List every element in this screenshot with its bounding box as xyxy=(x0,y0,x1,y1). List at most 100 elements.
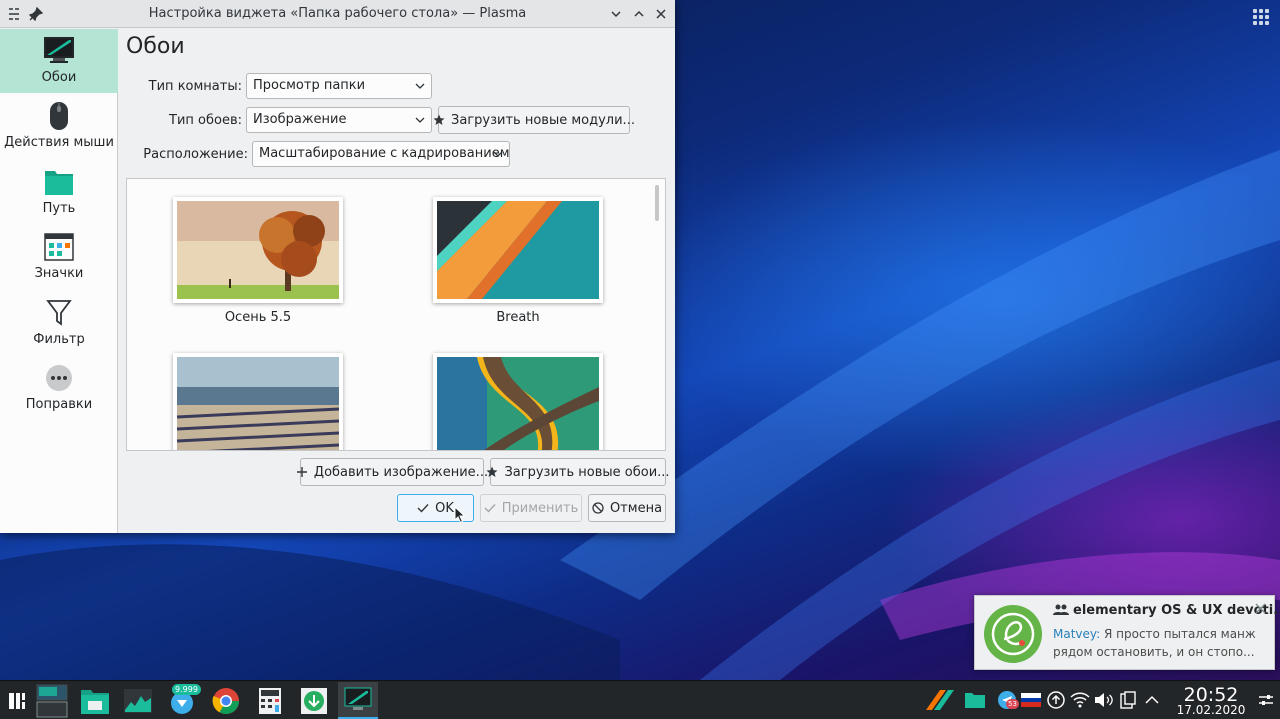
layout-combo[interactable]: Просмотр папки xyxy=(246,73,432,99)
add-image-label: Добавить изображение... xyxy=(313,464,489,480)
layout-label: Тип комнаты: xyxy=(148,79,242,94)
notification-title: elementary OS & UX devoti... xyxy=(1073,603,1280,618)
sidebar-item-wallpaper[interactable]: Обои xyxy=(0,29,118,93)
folder-icon xyxy=(43,166,75,198)
task-plasma-settings[interactable] xyxy=(338,682,378,719)
wifi-icon xyxy=(1070,692,1090,708)
wallpaper-tile-autumn[interactable] xyxy=(173,197,343,303)
filter-icon xyxy=(43,297,75,329)
cancel-label: Отмена xyxy=(609,500,663,516)
task-calculator[interactable] xyxy=(250,682,290,719)
monitor-wallpaper-icon xyxy=(43,35,75,67)
calculator-icon xyxy=(259,687,281,714)
clipboard-icon xyxy=(1120,691,1136,709)
checkmark-icon xyxy=(417,502,429,514)
notification-message-line2: рядом остановить, и он стопо... xyxy=(1053,645,1255,659)
sidebar-item-location[interactable]: Путь xyxy=(0,160,118,224)
checkmark-icon xyxy=(484,502,496,514)
window-title: Настройка виджета «Папка рабочего стола»… xyxy=(148,6,527,21)
dolphin-icon xyxy=(81,689,109,714)
apply-button[interactable]: Применить xyxy=(480,494,582,522)
positioning-combo[interactable]: Масштабирование с кадрированием xyxy=(252,141,510,167)
notification-body: Matvey: Я просто пытался манж рядом оста… xyxy=(1053,625,1268,661)
positioning-label: Расположение: xyxy=(143,147,248,162)
close-icon[interactable] xyxy=(1255,602,1266,618)
taskbar-panel: 9.999 53 xyxy=(0,680,1280,719)
task-desktop-pager[interactable] xyxy=(34,682,70,719)
cancel-icon xyxy=(592,502,604,514)
desktop-toolbox-icon[interactable] xyxy=(1250,6,1270,26)
clock-date[interactable]: 17.02.2020 xyxy=(1166,703,1256,717)
sidebar-label-wallpaper: Обои xyxy=(41,70,77,85)
window-titlebar[interactable]: Настройка виджета «Папка рабочего стола»… xyxy=(0,0,675,28)
task-file-manager[interactable] xyxy=(75,682,115,719)
mouse-icon xyxy=(43,100,75,132)
sidebar-item-icons[interactable]: Значки xyxy=(0,225,118,289)
kde-connect-tray[interactable] xyxy=(926,690,956,710)
notification-sender: Matvey: xyxy=(1053,627,1101,641)
telegram-tray[interactable]: 53 xyxy=(996,690,1019,710)
add-image-button[interactable]: Добавить изображение... xyxy=(296,458,488,486)
notification-popup[interactable]: elementary OS & UX devoti... Matvey: Я п… xyxy=(974,595,1280,670)
wallpaper-tile-road[interactable] xyxy=(433,353,603,450)
wallpaper-tile-pier[interactable] xyxy=(173,353,343,450)
keyboard-layout-tray[interactable] xyxy=(1020,690,1042,710)
chevron-down-icon xyxy=(415,108,425,132)
sidebar-label-mouse-actions: Действия мыши xyxy=(4,135,114,150)
chevron-down-icon xyxy=(415,74,425,98)
wallpaper-type-combo[interactable]: Изображение xyxy=(246,107,432,133)
wallpaper-type-value: Изображение xyxy=(253,112,347,127)
task-system-monitor[interactable] xyxy=(118,682,158,719)
sidebar-item-filter[interactable]: Фильтр xyxy=(0,291,118,355)
application-launcher[interactable] xyxy=(0,682,34,719)
task-updates[interactable]: 9.999 xyxy=(162,682,202,719)
task-chrome[interactable] xyxy=(206,682,246,719)
wallpaper-switcher-icon xyxy=(926,690,954,710)
sidebar-item-mouse-actions[interactable]: Действия мыши xyxy=(0,94,118,158)
panel-settings-button[interactable] xyxy=(1256,690,1276,710)
cancel-button[interactable]: Отмена xyxy=(588,494,666,522)
positioning-value: Масштабирование с кадрированием xyxy=(259,146,510,161)
wallpaper-thumbnail xyxy=(437,201,599,299)
chevron-up-icon xyxy=(1145,695,1159,704)
panel-settings-icon xyxy=(1259,695,1273,705)
elementary-avatar xyxy=(984,605,1042,663)
wallpaper-thumbnail xyxy=(177,357,339,450)
sidebar-label-location: Путь xyxy=(42,201,76,216)
volume-tray[interactable] xyxy=(1094,690,1114,710)
wallpaper-type-label: Тип обоев: xyxy=(169,113,242,128)
volume-icon xyxy=(1095,693,1113,707)
minimize-button[interactable] xyxy=(606,4,626,24)
sidebar-label-tweaks: Поправки xyxy=(25,397,93,412)
wallpaper-name-breath: Breath xyxy=(496,310,540,325)
wallpaper-name-autumn: Осень 5.5 xyxy=(224,310,292,325)
get-new-wallpapers-label: Загрузить новые обои... xyxy=(504,464,670,480)
sidebar-label-icons: Значки xyxy=(34,266,84,281)
pager-icon xyxy=(36,684,68,717)
sidebar-item-tweaks[interactable]: Поправки xyxy=(0,356,118,420)
more-icon xyxy=(43,362,75,394)
updates-badge: 9.999 xyxy=(172,684,201,695)
notification-message-line1: Я просто пытался манж xyxy=(1100,627,1256,641)
russian-flag-icon xyxy=(1021,693,1041,707)
grid-scrollbar[interactable] xyxy=(655,185,659,221)
system-monitor-icon xyxy=(124,688,152,713)
sidebar-label-filter: Фильтр xyxy=(33,332,85,347)
clipboard-tray[interactable] xyxy=(1118,690,1138,710)
get-new-wallpapers-button[interactable]: Загрузить новые обои... xyxy=(486,458,670,486)
apply-label: Применить xyxy=(501,500,579,516)
folder-icon xyxy=(965,693,985,708)
icons-grid-icon xyxy=(43,231,75,263)
task-downloader[interactable] xyxy=(294,682,334,719)
wallpaper-tile-breath[interactable] xyxy=(433,197,603,303)
updates-tray[interactable] xyxy=(1046,690,1066,710)
network-tray[interactable] xyxy=(1070,690,1090,710)
upload-icon xyxy=(1047,691,1065,709)
ok-label: OK xyxy=(435,500,454,516)
get-new-plugins-button[interactable]: Загрузить новые модули... xyxy=(433,106,635,134)
close-button[interactable] xyxy=(651,4,671,24)
show-hidden-tray-button[interactable] xyxy=(1142,690,1162,710)
wallpaper-grid[interactable]: Осень 5.5 Breath xyxy=(126,178,666,451)
maximize-button[interactable] xyxy=(629,4,649,24)
folder-tray[interactable] xyxy=(962,690,988,710)
